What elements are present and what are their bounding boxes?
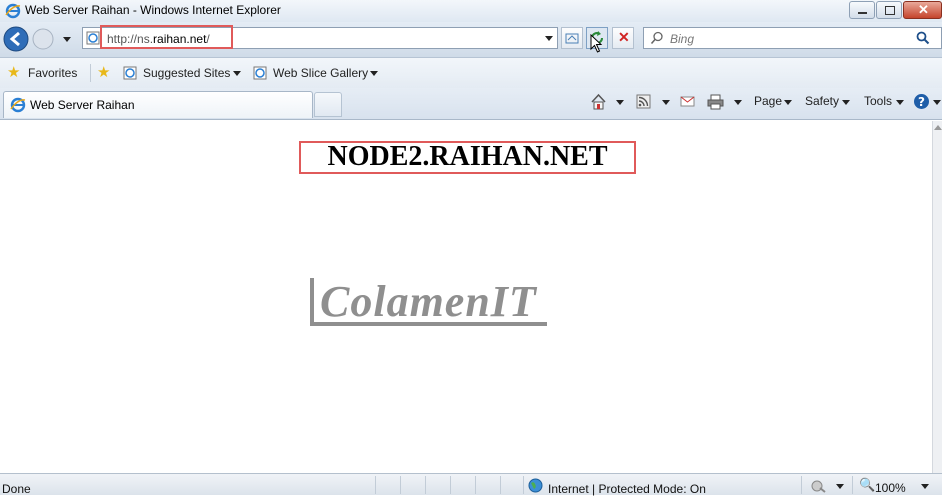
- restore-icon: [885, 6, 895, 15]
- suggested-sites-link[interactable]: Suggested Sites: [143, 66, 230, 80]
- favorites-separator: [90, 64, 91, 82]
- status-separator: [425, 476, 426, 494]
- compatibility-view-button[interactable]: [561, 27, 583, 49]
- title-bar: Web Server Raihan - Windows Internet Exp…: [0, 0, 942, 22]
- security-zone-text[interactable]: Internet | Protected Mode: On: [548, 482, 706, 496]
- search-placeholder: Bing: [670, 32, 695, 46]
- mouse-cursor-icon: [590, 34, 603, 53]
- url-highlight-box: [100, 25, 233, 49]
- feeds-icon[interactable]: [636, 94, 651, 109]
- minimize-icon: [858, 12, 867, 14]
- status-separator: [400, 476, 401, 494]
- stop-button[interactable]: ✕: [612, 27, 634, 49]
- status-separator: [852, 476, 853, 494]
- status-bar: Done Internet | Protected Mode: On 🔍 100…: [0, 473, 942, 496]
- suggested-sites-icon: [123, 66, 137, 80]
- favorites-star-icon: ★: [7, 64, 21, 81]
- logo-bar-left: [310, 278, 314, 326]
- window-title: Web Server Raihan - Windows Internet Exp…: [25, 3, 281, 17]
- search-box[interactable]: Bing: [643, 27, 942, 49]
- favorites-button[interactable]: Favorites: [28, 66, 77, 80]
- address-bar[interactable]: http://ns.raihan.net/: [82, 25, 558, 49]
- vertical-scrollbar[interactable]: [932, 121, 942, 473]
- feeds-dropdown-icon[interactable]: [662, 100, 670, 105]
- help-icon[interactable]: ?: [913, 93, 930, 110]
- web-slice-gallery-icon: [253, 66, 267, 80]
- search-icon[interactable]: [916, 31, 930, 45]
- print-icon[interactable]: [707, 93, 724, 110]
- close-window-button[interactable]: ✕: [903, 1, 942, 19]
- logo-text: ColamenIT: [320, 277, 537, 326]
- tab-web-server-raihan[interactable]: Web Server Raihan: [3, 91, 313, 118]
- recent-pages-dropdown-icon[interactable]: [63, 37, 71, 42]
- tab-label: Web Server Raihan: [30, 98, 135, 112]
- new-tab-button[interactable]: [314, 92, 342, 117]
- suggested-sites-dropdown-icon[interactable]: [233, 71, 241, 76]
- help-dropdown-icon[interactable]: [933, 100, 941, 105]
- page-menu[interactable]: Page: [754, 94, 782, 108]
- ie-logo-icon: [5, 3, 21, 19]
- tab-row: Web Server Raihan Page Safety Tools ?: [0, 88, 942, 120]
- page-icon: [86, 31, 100, 45]
- back-button[interactable]: [2, 25, 30, 53]
- safety-menu[interactable]: Safety: [805, 94, 839, 108]
- status-separator: [500, 476, 501, 494]
- status-separator: [375, 476, 376, 494]
- home-dropdown-icon[interactable]: [616, 100, 624, 105]
- web-slice-gallery-link[interactable]: Web Slice Gallery: [273, 66, 368, 80]
- minimize-button[interactable]: [849, 1, 875, 19]
- read-mail-icon[interactable]: [680, 95, 695, 108]
- change-status-bar-settings-icon[interactable]: [811, 479, 827, 493]
- status-settings-dropdown-icon[interactable]: [836, 484, 844, 489]
- status-separator: [450, 476, 451, 494]
- close-icon: ✕: [918, 2, 929, 17]
- search-provider-icon: [650, 31, 663, 45]
- page-dropdown-icon[interactable]: [784, 100, 792, 105]
- safety-dropdown-icon[interactable]: [842, 100, 850, 105]
- restore-button[interactable]: [876, 1, 902, 19]
- compatibility-view-icon: [565, 33, 579, 44]
- status-text: Done: [2, 482, 31, 496]
- forward-button[interactable]: [31, 27, 55, 51]
- status-separator: [475, 476, 476, 494]
- favorites-bar: ★ Favorites ★ Suggested Sites Web Slice …: [0, 58, 942, 88]
- page-content: NODE2.RAIHAN.NET ColamenIT: [0, 121, 932, 473]
- stop-icon: ✕: [618, 29, 630, 45]
- status-separator: [523, 476, 524, 494]
- status-separator: [801, 476, 802, 494]
- navigation-bar: http://ns.raihan.net/ ✕ Bing: [0, 22, 942, 58]
- svg-text:?: ?: [918, 95, 925, 109]
- address-dropdown-icon[interactable]: [545, 36, 553, 41]
- home-icon[interactable]: [590, 93, 607, 110]
- tools-dropdown-icon[interactable]: [896, 100, 904, 105]
- zoom-dropdown-icon[interactable]: [921, 484, 929, 489]
- print-dropdown-icon[interactable]: [734, 100, 742, 105]
- zoom-icon[interactable]: 🔍: [859, 477, 875, 493]
- scroll-up-icon[interactable]: [934, 125, 942, 130]
- internet-globe-icon: [528, 478, 543, 493]
- page-heading: NODE2.RAIHAN.NET: [299, 141, 636, 174]
- zoom-level[interactable]: 100%: [875, 481, 906, 495]
- tab-ie-icon: [10, 97, 26, 113]
- web-slice-gallery-dropdown-icon[interactable]: [370, 71, 378, 76]
- tools-menu[interactable]: Tools: [864, 94, 892, 108]
- add-to-favorites-bar-icon[interactable]: ★: [97, 63, 110, 81]
